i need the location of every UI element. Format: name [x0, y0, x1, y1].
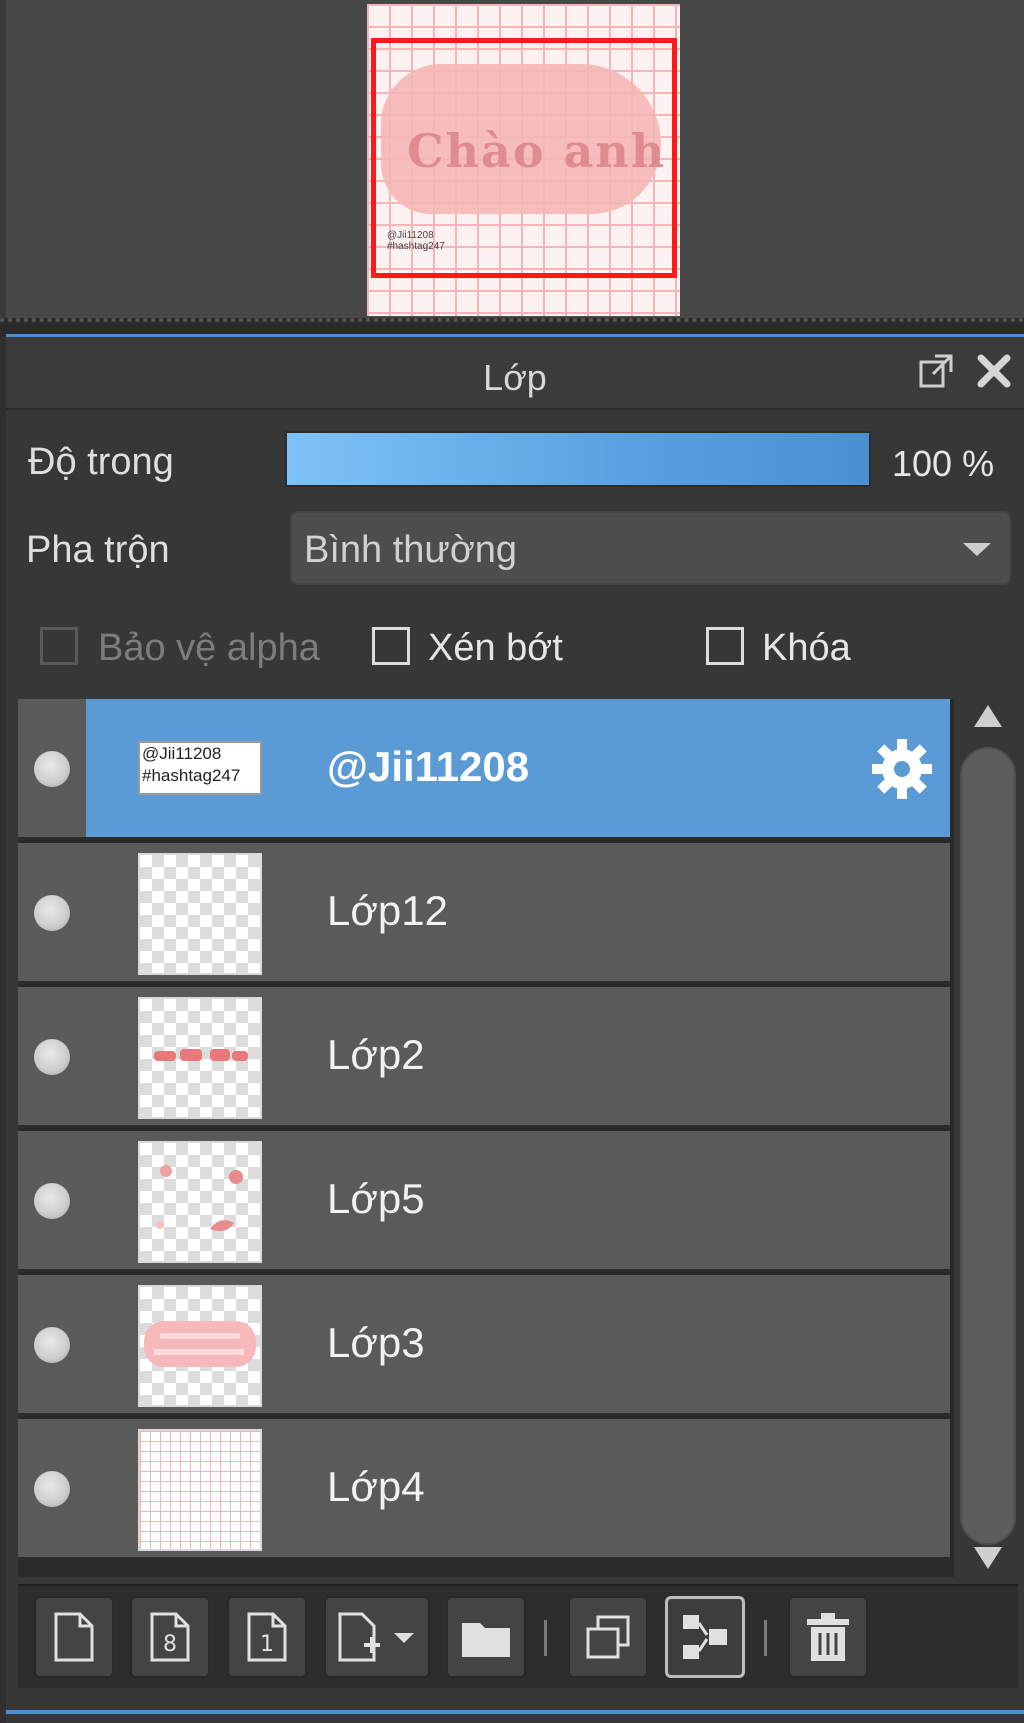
blend-mode-value: Bình thường: [304, 529, 518, 571]
layer-row[interactable]: Lớp5: [18, 1131, 950, 1272]
layer-toolbar: 8 1: [18, 1584, 1018, 1688]
viewport-frame[interactable]: [371, 38, 677, 278]
layer-row[interactable]: Lớp12: [18, 843, 950, 984]
popout-icon[interactable]: [918, 353, 954, 389]
doodles-thumb: [156, 1165, 243, 1231]
visibility-toggle[interactable]: [34, 751, 70, 787]
layer-row[interactable]: Lớp2: [18, 987, 950, 1128]
opacity-value: 100 %: [892, 443, 995, 484]
gear-icon[interactable]: [868, 735, 936, 803]
layer-name[interactable]: Lớp5: [327, 1175, 425, 1223]
chevron-down-icon: [963, 543, 991, 556]
add-layer-menu-button[interactable]: [324, 1596, 430, 1678]
close-icon[interactable]: [976, 353, 1012, 389]
protect-alpha-checkbox[interactable]: [40, 627, 78, 665]
lock-label: Khóa: [762, 627, 851, 669]
merge-down-icon: [683, 1615, 727, 1659]
navigator-panel[interactable]: Chào anh @Jii11208 #hashtag247: [0, 0, 1024, 322]
new-layer-icon: [54, 1612, 94, 1662]
svg-text:1: 1: [260, 1632, 274, 1657]
blend-mode-select[interactable]: Bình thường: [290, 511, 1011, 585]
new-8bit-layer-button[interactable]: 8: [130, 1596, 210, 1678]
lock-checkbox[interactable]: [706, 627, 744, 665]
folder-icon: [462, 1623, 510, 1657]
layer-panel: Lớp Độ trong 100 % Pha trộn Bình thường …: [6, 337, 1024, 1723]
trash-icon: [807, 1613, 849, 1661]
new-1bit-layer-icon: 1: [247, 1612, 287, 1662]
toolbar-separator: [544, 1620, 547, 1656]
new-folder-button[interactable]: [446, 1596, 526, 1678]
svg-text:8: 8: [163, 1632, 177, 1657]
visibility-toggle[interactable]: [34, 1471, 70, 1507]
layer-thumbnail: @Jii11208 #hashtag247: [138, 741, 262, 795]
lettering-thumb: [154, 1049, 248, 1061]
layer-list-scrollbar[interactable]: [958, 699, 1018, 1577]
layer-thumbnail: [138, 1429, 262, 1551]
scroll-up-icon[interactable]: [974, 705, 1002, 727]
panel-title-bar: Lớp: [6, 337, 1024, 410]
opacity-label: Độ trong: [28, 441, 174, 483]
blend-label: Pha trộn: [26, 529, 170, 571]
protect-alpha-label: Bảo vệ alpha: [98, 627, 320, 669]
visibility-toggle[interactable]: [34, 1183, 70, 1219]
layer-name[interactable]: @Jii11208: [327, 743, 529, 791]
layer-thumbnail: [138, 853, 262, 975]
layer-thumbnail: [138, 1141, 262, 1263]
scroll-down-icon[interactable]: [974, 1547, 1002, 1569]
layer-row[interactable]: Lớp4: [18, 1419, 950, 1560]
scroll-thumb[interactable]: [960, 747, 1016, 1545]
clipping-checkbox[interactable]: [372, 627, 410, 665]
new-8bit-layer-icon: 8: [150, 1612, 190, 1662]
visibility-toggle[interactable]: [34, 895, 70, 931]
panel-divider: [6, 1710, 1024, 1714]
duplicate-layer-icon: [586, 1615, 630, 1659]
opacity-slider[interactable]: [285, 431, 871, 487]
blob-thumb: [144, 1321, 256, 1367]
layer-thumbnail: [138, 997, 262, 1119]
navigator-canvas-preview[interactable]: Chào anh @Jii11208 #hashtag247: [367, 4, 680, 316]
layer-list[interactable]: @Jii11208 #hashtag247 @Jii11208 Lớp12 Lớ…: [18, 699, 954, 1577]
layer-row[interactable]: @Jii11208 #hashtag247 @Jii11208: [18, 699, 950, 840]
layer-row[interactable]: Lớp3: [18, 1275, 950, 1416]
duplicate-layer-button[interactable]: [568, 1596, 648, 1678]
delete-layer-button[interactable]: [788, 1596, 868, 1678]
layer-name[interactable]: Lớp12: [327, 887, 448, 935]
layer-name[interactable]: Lớp4: [327, 1463, 425, 1511]
panel-title: Lớp: [483, 357, 547, 398]
layer-name[interactable]: Lớp3: [327, 1319, 425, 1367]
merge-down-button[interactable]: [665, 1596, 745, 1678]
layer-name[interactable]: Lớp2: [327, 1031, 425, 1079]
new-layer-button[interactable]: [34, 1596, 114, 1678]
clipping-label: Xén bớt: [428, 627, 563, 669]
add-layer-menu-icon: [338, 1612, 414, 1662]
visibility-toggle[interactable]: [34, 1327, 70, 1363]
layer-thumbnail: [138, 1285, 262, 1407]
new-1bit-layer-button[interactable]: 1: [227, 1596, 307, 1678]
toolbar-separator: [764, 1620, 767, 1656]
visibility-toggle[interactable]: [34, 1039, 70, 1075]
